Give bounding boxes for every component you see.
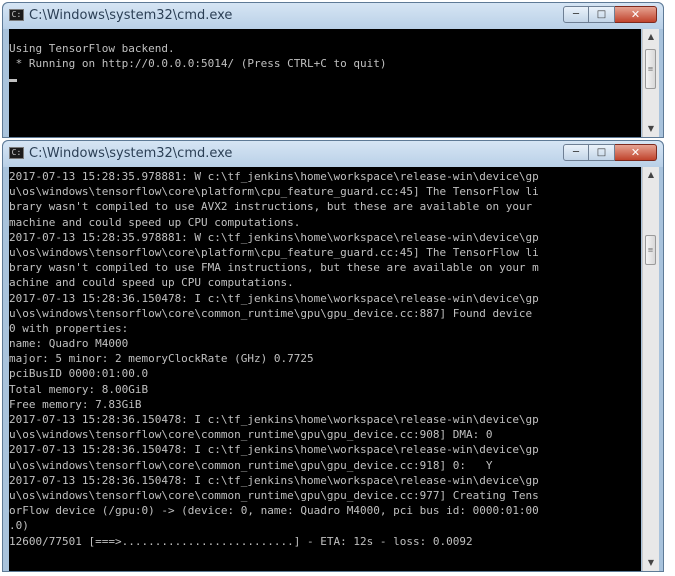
console-line: u\os\windows\tensorflow\core\common_runt… bbox=[9, 458, 493, 472]
console-line: name: Quadro M4000 bbox=[9, 337, 129, 351]
console-line: machine and could speed up CPU computati… bbox=[9, 215, 301, 229]
console-line: 0 with properties: bbox=[9, 321, 129, 335]
console-line: 2017-07-13 15:28:35.978881: W c:\tf_jenk… bbox=[9, 170, 539, 183]
minimize-icon: ─ bbox=[572, 9, 580, 20]
console-line: u\os\windows\tensorflow\core\common_runt… bbox=[9, 488, 539, 502]
window-title: C:\Windows\system32\cmd.exe bbox=[29, 8, 233, 23]
cmd-window-2: C: C:\Windows\system32\cmd.exe ─ □ ✕ 201… bbox=[2, 140, 664, 572]
maximize-icon: □ bbox=[596, 9, 607, 20]
maximize-button[interactable]: □ bbox=[589, 144, 615, 161]
console-line: .0) bbox=[9, 519, 29, 533]
vertical-scrollbar[interactable]: ▲ ≡ ▼ bbox=[642, 29, 659, 137]
console-line: 2017-07-13 15:28:36.150478: I c:\tf_jenk… bbox=[9, 413, 539, 426]
scroll-thumb[interactable]: ≡ bbox=[645, 49, 656, 89]
console-line: u\os\windows\tensorflow\core\platform\cp… bbox=[9, 185, 539, 199]
console-line: 2017-07-13 15:28:36.150478: I c:\tf_jenk… bbox=[9, 473, 539, 487]
console-line: * Running on http://0.0.0.0:5014/ (Press… bbox=[9, 57, 387, 71]
console-output[interactable]: 2017-07-13 15:28:35.978881: W c:\tf_jenk… bbox=[9, 167, 641, 571]
console-line: u\os\windows\tensorflow\core\common_runt… bbox=[9, 428, 493, 442]
maximize-icon: □ bbox=[596, 147, 607, 158]
scroll-down-arrow-icon[interactable]: ▼ bbox=[643, 121, 659, 137]
console-line: u\os\windows\tensorflow\core\platform\cp… bbox=[9, 245, 539, 259]
console-line: Free memory: 7.83GiB bbox=[9, 397, 142, 411]
title-bar[interactable]: C: C:\Windows\system32\cmd.exe ─ □ ✕ bbox=[3, 141, 663, 167]
progress-line: 12600/77501 [===>.......................… bbox=[9, 534, 473, 548]
window-controls: ─ □ ✕ bbox=[563, 144, 657, 161]
close-button[interactable]: ✕ bbox=[615, 144, 657, 161]
scroll-up-arrow-icon[interactable]: ▲ bbox=[643, 29, 659, 45]
close-button[interactable]: ✕ bbox=[615, 6, 657, 23]
cmd-icon: C: bbox=[9, 9, 24, 21]
console-line: brary wasn't compiled to use AVX2 instru… bbox=[9, 200, 533, 214]
cmd-window-1: C: C:\Windows\system32\cmd.exe ─ □ ✕ Usi… bbox=[2, 2, 664, 138]
console-line: 2017-07-13 15:28:36.150478: I c:\tf_jenk… bbox=[9, 443, 539, 457]
console-line: Using TensorFlow backend. bbox=[9, 42, 175, 55]
console-line: brary wasn't compiled to use FMA instruc… bbox=[9, 261, 539, 275]
console-line: major: 5 minor: 2 memoryClockRate (GHz) … bbox=[9, 352, 314, 366]
window-controls: ─ □ ✕ bbox=[563, 6, 657, 23]
console-line: u\os\windows\tensorflow\core\common_runt… bbox=[9, 306, 533, 320]
scroll-down-arrow-icon[interactable]: ▼ bbox=[643, 555, 659, 571]
close-icon: ✕ bbox=[630, 146, 641, 159]
scroll-thumb[interactable]: ≡ bbox=[645, 235, 656, 265]
console-line: 2017-07-13 15:28:36.150478: I c:\tf_jenk… bbox=[9, 291, 539, 305]
cmd-icon: C: bbox=[9, 147, 24, 159]
minimize-icon: ─ bbox=[572, 147, 580, 158]
vertical-scrollbar[interactable]: ▲ ≡ ▼ bbox=[642, 167, 659, 571]
console-line: pciBusID 0000:01:00.0 bbox=[9, 367, 149, 381]
console-line: Total memory: 8.00GiB bbox=[9, 382, 149, 396]
scroll-up-arrow-icon[interactable]: ▲ bbox=[643, 167, 659, 183]
minimize-button[interactable]: ─ bbox=[563, 6, 589, 23]
console-output[interactable]: Using TensorFlow backend. * Running on h… bbox=[9, 29, 641, 137]
text-cursor bbox=[9, 79, 17, 83]
console-line: 2017-07-13 15:28:35.978881: W c:\tf_jenk… bbox=[9, 230, 539, 244]
close-icon: ✕ bbox=[630, 8, 641, 21]
minimize-button[interactable]: ─ bbox=[563, 144, 589, 161]
title-bar[interactable]: C: C:\Windows\system32\cmd.exe ─ □ ✕ bbox=[3, 3, 663, 29]
maximize-button[interactable]: □ bbox=[589, 6, 615, 23]
console-line: orFlow device (/gpu:0) -> (device: 0, na… bbox=[9, 504, 539, 518]
console-line: achine and could speed up CPU computatio… bbox=[9, 276, 294, 290]
window-title: C:\Windows\system32\cmd.exe bbox=[29, 146, 233, 161]
